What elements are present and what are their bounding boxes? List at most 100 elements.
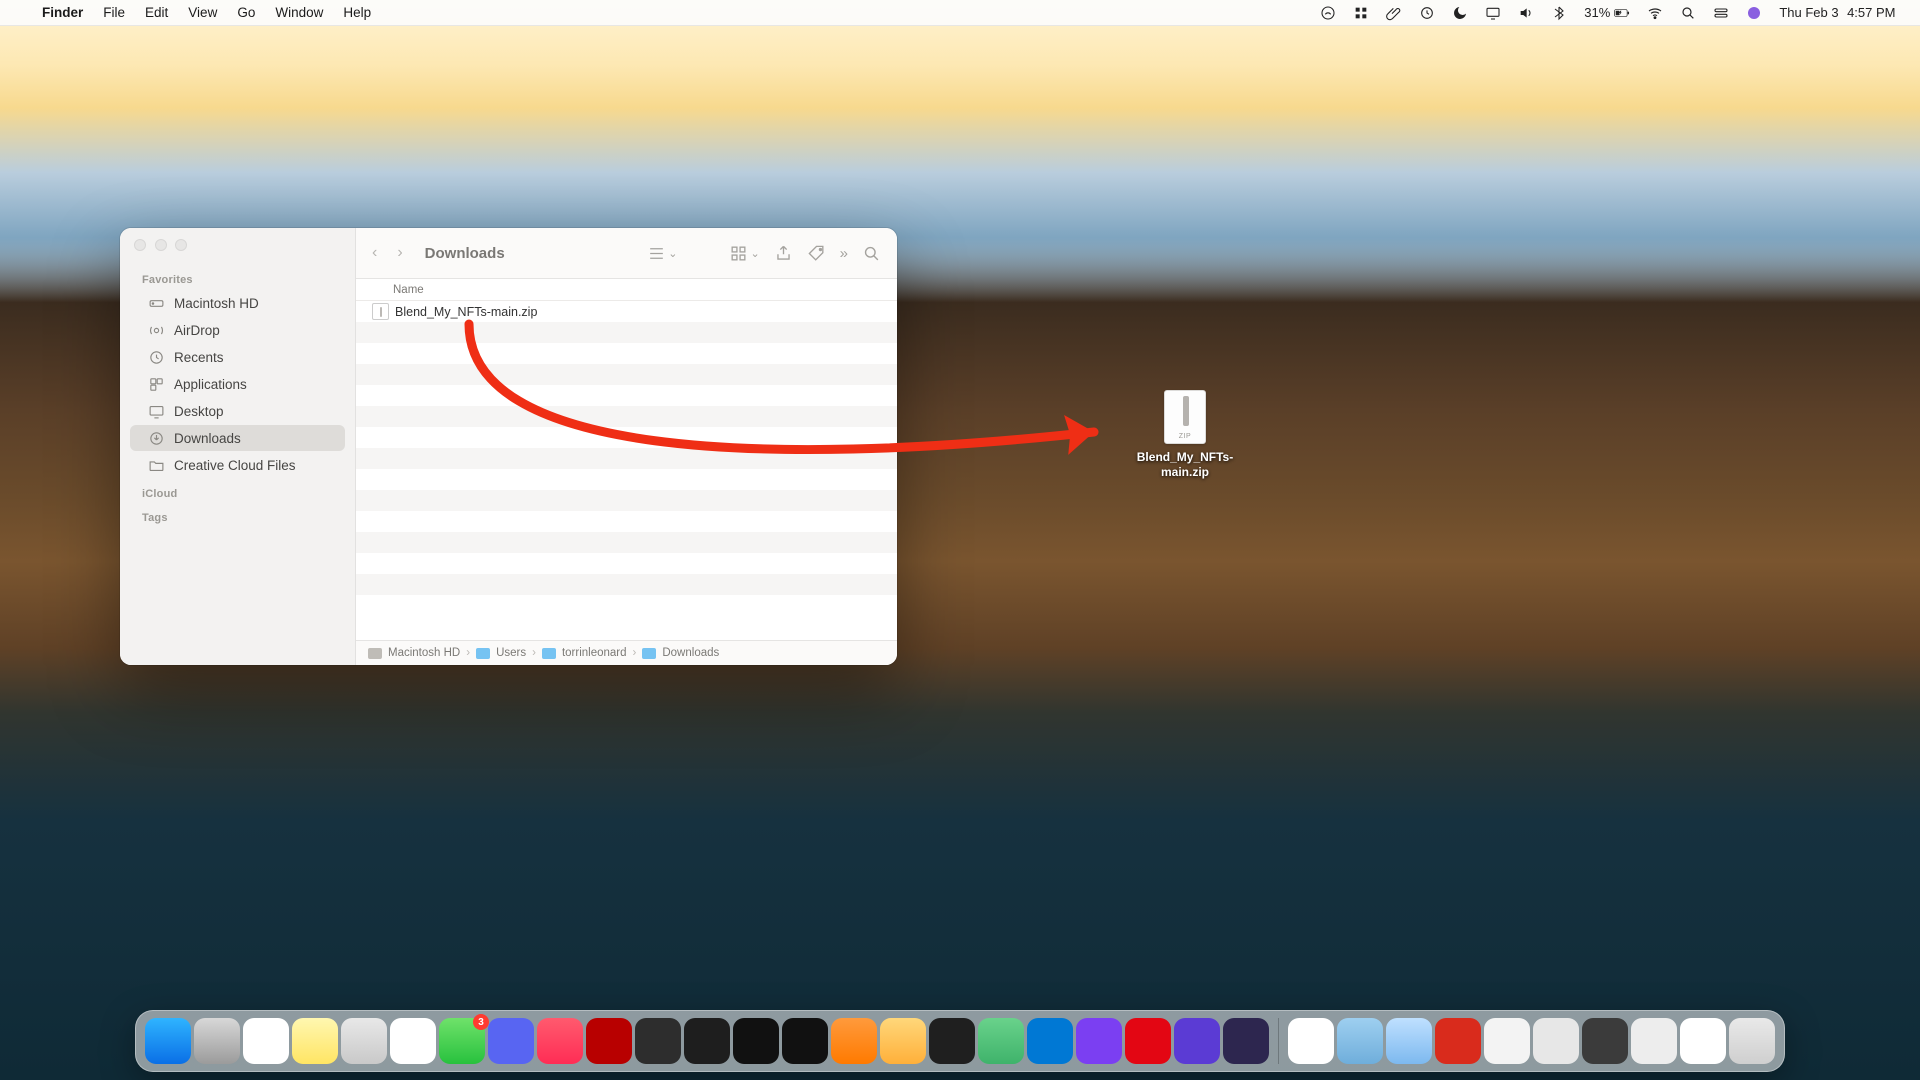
dock-app-finder[interactable]: [145, 1018, 191, 1064]
sidebar-item-label: Downloads: [174, 431, 241, 446]
sidebar-item-desktop[interactable]: Desktop: [130, 398, 345, 424]
status-paperclip-icon[interactable]: [1378, 5, 1411, 21]
status-timemachine-icon[interactable]: [1411, 5, 1444, 21]
status-battery[interactable]: 31%: [1576, 5, 1639, 21]
desktop-file[interactable]: Blend_My_NFTs-main.zip: [1140, 390, 1230, 480]
dock-app-blender[interactable]: [831, 1018, 877, 1064]
dock-app-vscode[interactable]: [1027, 1018, 1073, 1064]
status-date[interactable]: Thu Feb 3: [1771, 5, 1847, 20]
window-zoom-button[interactable]: [175, 239, 187, 251]
status-avira-icon[interactable]: [1312, 5, 1345, 21]
status-user-icon[interactable]: [1738, 5, 1771, 21]
dock-app-settings[interactable]: [194, 1018, 240, 1064]
more-button[interactable]: »: [840, 245, 848, 262]
share-button[interactable]: [774, 244, 793, 263]
dock-app-atom[interactable]: [978, 1018, 1024, 1064]
status-grid-icon[interactable]: [1345, 5, 1378, 21]
path-segment[interactable]: torrinleonard: [562, 647, 627, 659]
view-list-button[interactable]: ⌄: [647, 244, 677, 263]
window-minimize-button[interactable]: [155, 239, 167, 251]
finder-content: ‹ › Downloads ⌄ ⌄ » Name Blend_My_NFTs-m: [356, 228, 897, 665]
desktop: Finder File Edit View Go Window Help 31%: [0, 0, 1920, 1080]
sidebar-section-icloud: iCloud: [120, 479, 355, 503]
dock-app-app-tn[interactable]: [1223, 1018, 1269, 1064]
dock-app-doc-1[interactable]: [1484, 1018, 1530, 1064]
dock-app-trash[interactable]: [1729, 1018, 1775, 1064]
menu-go[interactable]: Go: [227, 5, 265, 20]
dock-app-sublime[interactable]: [880, 1018, 926, 1064]
nav-forward-button[interactable]: ›: [397, 244, 402, 262]
dock-app-launchpad[interactable]: [341, 1018, 387, 1064]
sidebar-item-downloads[interactable]: Downloads: [130, 425, 345, 451]
menu-window[interactable]: Window: [265, 5, 333, 20]
disk-icon: [368, 648, 382, 659]
dock-app-doc-4[interactable]: [1631, 1018, 1677, 1064]
dock-app-filezilla[interactable]: [586, 1018, 632, 1064]
window-close-button[interactable]: [134, 239, 146, 251]
dock-app-terminal[interactable]: [684, 1018, 730, 1064]
nav-back-button[interactable]: ‹: [372, 244, 377, 262]
sidebar-item-label: Desktop: [174, 404, 224, 419]
sidebar-item-airdrop[interactable]: AirDrop: [130, 317, 345, 343]
desktop-file-label: Blend_My_NFTs-main.zip: [1137, 450, 1233, 480]
menubar: Finder File Edit View Go Window Help 31%: [0, 0, 1920, 26]
dock-badge: 3: [473, 1014, 489, 1030]
file-row[interactable]: Blend_My_NFTs-main.zip: [356, 301, 897, 322]
dock-app-messages[interactable]: 3: [439, 1018, 485, 1064]
tags-button[interactable]: [807, 244, 826, 263]
status-volume-icon[interactable]: [1510, 5, 1543, 21]
sidebar-item-macintosh-hd[interactable]: Macintosh HD: [130, 290, 345, 316]
dock-app-discord[interactable]: [488, 1018, 534, 1064]
status-display-icon[interactable]: [1477, 5, 1510, 21]
folder-icon: [476, 648, 490, 659]
menu-view[interactable]: View: [178, 5, 227, 20]
file-name: Blend_My_NFTs-main.zip: [395, 305, 537, 319]
status-dnd-icon[interactable]: [1444, 5, 1477, 21]
sidebar-section-favorites: Favorites: [120, 265, 355, 289]
dock-app-github[interactable]: [1076, 1018, 1122, 1064]
dock-separator: [1278, 1018, 1279, 1064]
battery-pct-label: 31%: [1584, 5, 1610, 20]
dock-app-obs[interactable]: [635, 1018, 681, 1064]
status-time[interactable]: 4:57 PM: [1847, 5, 1904, 20]
search-button[interactable]: [862, 244, 881, 263]
menu-edit[interactable]: Edit: [135, 5, 178, 20]
path-segment[interactable]: Users: [496, 647, 526, 659]
column-header-name[interactable]: Name: [356, 279, 897, 301]
app-menu[interactable]: Finder: [32, 5, 93, 20]
dock-app-avira[interactable]: [1125, 1018, 1171, 1064]
dock-app-adblock[interactable]: [1435, 1018, 1481, 1064]
path-segment[interactable]: Downloads: [662, 647, 719, 659]
dock-app-iterm2[interactable]: [782, 1018, 828, 1064]
dock-app-reminders[interactable]: [243, 1018, 289, 1064]
status-spotlight-icon[interactable]: [1672, 5, 1705, 21]
path-segment[interactable]: Macintosh HD: [388, 647, 460, 659]
menu-file[interactable]: File: [93, 5, 135, 20]
dock-app-screenshot[interactable]: [1386, 1018, 1432, 1064]
menu-help[interactable]: Help: [333, 5, 381, 20]
dock-app-music[interactable]: [537, 1018, 583, 1064]
dock-app-doc-3[interactable]: [1582, 1018, 1628, 1064]
apps-icon: [148, 376, 165, 393]
dock: 3: [135, 1010, 1785, 1072]
status-bluetooth-icon[interactable]: [1543, 5, 1576, 21]
sidebar-item-recents[interactable]: Recents: [130, 344, 345, 370]
sidebar-item-applications[interactable]: Applications: [130, 371, 345, 397]
dock-app-iterm[interactable]: [733, 1018, 779, 1064]
folder-icon: [148, 457, 165, 474]
view-group-button[interactable]: ⌄: [729, 244, 759, 263]
dock-app-downloads-stack[interactable]: [1337, 1018, 1383, 1064]
dock-app-textedit[interactable]: [1288, 1018, 1334, 1064]
status-controlcenter-icon[interactable]: [1705, 5, 1738, 21]
sidebar-item-creative-cloud[interactable]: Creative Cloud Files: [130, 452, 345, 478]
hdd-icon: [148, 295, 165, 312]
dock-app-notes[interactable]: [292, 1018, 338, 1064]
dock-app-app-x[interactable]: [1174, 1018, 1220, 1064]
dock-app-doc-2[interactable]: [1533, 1018, 1579, 1064]
finder-window[interactable]: Favorites Macintosh HD AirDrop Recents A…: [120, 228, 897, 665]
dock-app-pycharm[interactable]: [929, 1018, 975, 1064]
finder-toolbar: ‹ › Downloads ⌄ ⌄ »: [356, 228, 897, 279]
status-wifi-icon[interactable]: [1639, 5, 1672, 21]
dock-app-doc-5[interactable]: [1680, 1018, 1726, 1064]
dock-app-chrome[interactable]: [390, 1018, 436, 1064]
